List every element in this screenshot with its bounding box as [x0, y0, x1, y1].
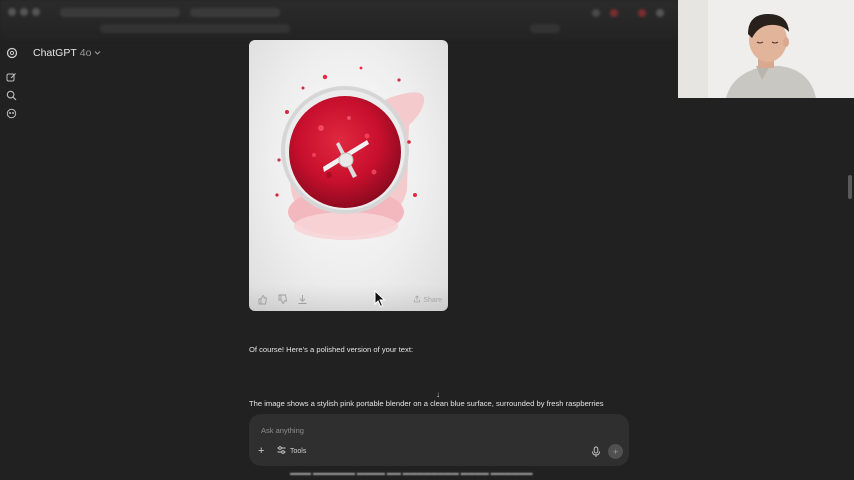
window-control-icon[interactable] [32, 8, 40, 16]
download-icon[interactable] [297, 294, 308, 305]
openai-logo-icon[interactable] [5, 46, 18, 59]
window-control-icon[interactable] [20, 8, 28, 16]
browser-tab[interactable] [60, 8, 180, 17]
image-action-bar: Share [249, 285, 448, 311]
extension-icon[interactable] [592, 9, 600, 17]
share-label: Share [423, 296, 442, 304]
extension-icon[interactable] [638, 9, 646, 17]
model-version: 4o [79, 47, 92, 59]
thumbs-down-icon[interactable] [277, 294, 288, 305]
window-control-icon[interactable] [8, 8, 16, 16]
microphone-icon[interactable] [591, 446, 601, 458]
prompt-input[interactable] [259, 422, 563, 438]
model-name: ChatGPT [33, 47, 77, 59]
sliders-icon [277, 446, 286, 456]
blender-photo [275, 66, 425, 240]
webcam-overlay [678, 0, 854, 98]
search-icon[interactable] [5, 89, 18, 102]
toolbar-icons[interactable] [530, 24, 560, 33]
address-bar[interactable] [100, 24, 290, 33]
clipped-message-text: ▬▬▬ ▬▬▬▬▬▬ ▬▬▬▬ ▬▬ ▬▬▬▬▬▬▬▬ ▬▬▬▬ ▬▬▬▬▬▬ [290, 470, 533, 477]
chevron-down-icon [94, 47, 101, 59]
assistant-message-intro: Of course! Here’s a polished version of … [249, 345, 414, 354]
browser-tab[interactable] [190, 8, 280, 17]
voice-mode-button[interactable]: + [608, 444, 623, 459]
library-icon[interactable] [5, 107, 18, 120]
share-button[interactable]: Share [413, 295, 442, 305]
mouse-cursor-icon [374, 290, 386, 308]
extension-icon[interactable] [610, 9, 618, 17]
presenter-video [678, 0, 854, 98]
scroll-down-icon[interactable]: ↓ [436, 390, 440, 399]
plus-icon: + [612, 446, 619, 457]
add-attachment-button[interactable]: + [258, 445, 264, 457]
assistant-message-description: The image shows a stylish pink portable … [249, 399, 604, 408]
sidebar [0, 40, 24, 480]
thumbs-up-icon[interactable] [257, 294, 268, 305]
message-composer: + Tools + [249, 414, 629, 466]
model-selector[interactable]: ChatGPT 4o [33, 46, 101, 60]
profile-icon[interactable] [656, 9, 664, 17]
tools-label: Tools [290, 447, 307, 455]
scrollbar-thumb[interactable] [848, 175, 852, 199]
new-chat-icon[interactable] [5, 71, 18, 84]
share-icon [413, 295, 421, 305]
generated-image-card[interactable]: Share [249, 40, 448, 311]
tools-button[interactable]: Tools [277, 446, 306, 456]
